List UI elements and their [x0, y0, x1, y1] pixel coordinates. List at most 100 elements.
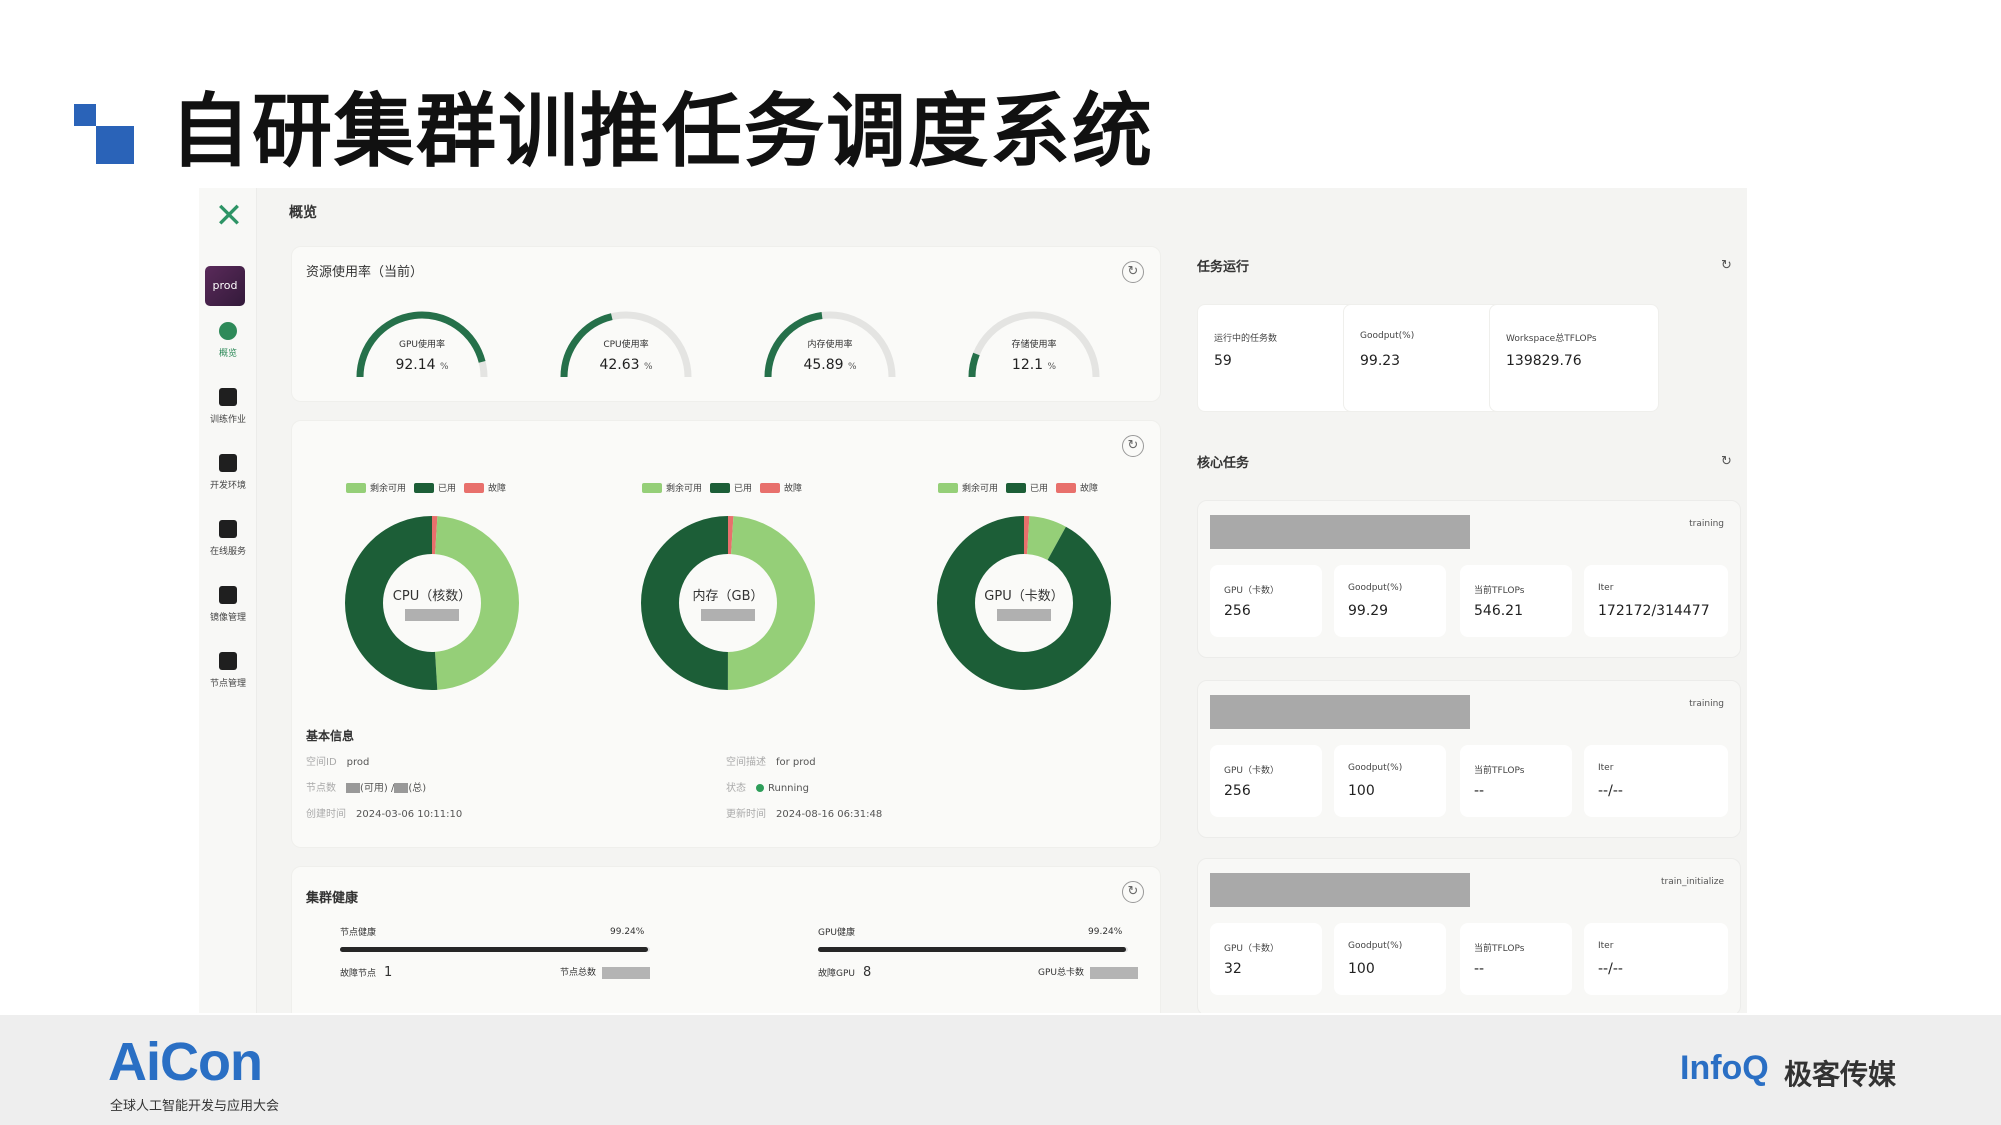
- server-icon: [219, 652, 237, 670]
- task-metric: GPU（卡数） 256: [1210, 565, 1322, 637]
- sidebar: ✕ prod 概览 训练作业 开发环境 在线服务 镜像管理 节点管理: [199, 188, 257, 1013]
- infoq-logo: InfoQ: [1680, 1049, 1769, 1087]
- status-badge: Running: [768, 783, 809, 794]
- core-task-card[interactable]: training GPU（卡数） 256 Goodput(%) 100 当前TFLOPs -…: [1197, 680, 1741, 838]
- updated-row: 更新时间 2024-08-16 06:31:48: [726, 809, 883, 820]
- metric-value: --: [1474, 961, 1485, 977]
- breadcrumb: 概览: [289, 205, 317, 221]
- gauge-label: GPU使用率: [399, 340, 445, 350]
- clover-icon: [219, 322, 237, 340]
- stat-label: Workspace总TFLOPs: [1506, 334, 1597, 344]
- sidebar-item-dev-env[interactable]: 开发环境: [199, 454, 257, 491]
- metric-value: 100: [1348, 783, 1375, 799]
- task-metric: GPU（卡数） 32: [1210, 923, 1322, 995]
- sidebar-item-label: 节点管理: [209, 679, 246, 689]
- sidebar-item-label: 镜像管理: [209, 613, 246, 623]
- workspace-badge[interactable]: prod: [205, 266, 245, 306]
- metric-value: 256: [1224, 603, 1251, 619]
- legend-label: 已用: [1030, 484, 1049, 494]
- created-row: 创建时间 2024-03-06 10:11:10: [306, 809, 463, 820]
- metric-value: --/--: [1598, 961, 1623, 977]
- gpu-health-bar: [818, 947, 1128, 952]
- task-metric: 当前TFLOPs 546.21: [1460, 565, 1572, 637]
- infoq-brand: 极客传媒: [1784, 1058, 1897, 1091]
- task-metric: Goodput(%) 100: [1334, 923, 1446, 995]
- stat-value: 59: [1214, 353, 1232, 369]
- sidebar-item-training[interactable]: 训练作业: [199, 388, 257, 425]
- task-metric: GPU（卡数） 256: [1210, 745, 1322, 817]
- task-type-tag: training: [1689, 519, 1724, 529]
- legend-label: 故障: [1080, 484, 1099, 494]
- donut-chart: GPU（卡数）: [934, 513, 1114, 693]
- metric-value: 546.21: [1474, 603, 1523, 619]
- metric-label: 当前TFLOPs: [1474, 766, 1525, 776]
- core-task-card[interactable]: training GPU（卡数） 256 Goodput(%) 99.29 当前TFLOP…: [1197, 500, 1741, 658]
- task-metric: 当前TFLOPs --: [1460, 923, 1572, 995]
- sidebar-item-online-service[interactable]: 在线服务: [199, 520, 257, 557]
- metric-label: GPU（卡数）: [1224, 766, 1279, 776]
- legend-swatch: [464, 482, 485, 493]
- resource-distribution-card: ↻ 剩余可用 已用 故障 CPU（核数） 剩余可用 已用 故障 内存（GB） 剩余可用 已用 故障 G…: [291, 420, 1161, 848]
- usage-gauge: 内存使用率 45.89 %: [760, 305, 900, 385]
- refresh-icon[interactable]: ↻: [1122, 261, 1144, 283]
- app-logo-icon: ✕: [214, 196, 244, 236]
- terminal-icon: [219, 454, 237, 472]
- metric-label: GPU（卡数）: [1224, 586, 1279, 596]
- node-health-label: 节点健康: [340, 928, 377, 938]
- space-desc-row: 空间描述 for prod: [726, 757, 816, 768]
- sidebar-item-label: 开发环境: [209, 481, 246, 491]
- legend-swatch: [1006, 482, 1027, 493]
- footer: AiCon 全球人工智能开发与应用大会 InfoQ 极客传媒: [0, 1015, 2001, 1125]
- metric-label: GPU（卡数）: [1224, 944, 1279, 954]
- gauge-value: 12.1 %: [1011, 357, 1057, 373]
- usage-gauge: CPU使用率 42.63 %: [556, 305, 696, 385]
- legend-swatch: [346, 482, 366, 493]
- legend-swatch: [1056, 482, 1077, 493]
- refresh-icon[interactable]: ↻: [1721, 258, 1732, 273]
- gpu-total-row: GPU总卡数: [1038, 965, 1138, 979]
- gauge-label: 存储使用率: [1011, 340, 1057, 350]
- status-row: 状态 Running: [726, 783, 809, 794]
- legend-label: 已用: [438, 484, 457, 494]
- title-mark-icon: [74, 104, 134, 164]
- task-running-title: 任务运行: [1197, 260, 1250, 275]
- refresh-icon[interactable]: ↻: [1721, 454, 1732, 469]
- refresh-icon[interactable]: ↻: [1122, 435, 1144, 457]
- node-health-bar: [340, 947, 650, 952]
- metric-value: 172172/314477: [1598, 603, 1710, 619]
- task-metric: Iter --/--: [1584, 923, 1728, 995]
- sidebar-item-image[interactable]: 镜像管理: [199, 586, 257, 623]
- task-stat-card: 运行中的任务数 59: [1197, 304, 1367, 412]
- sidebar-item-overview[interactable]: 概览: [199, 322, 257, 359]
- task-metric: 当前TFLOPs --: [1460, 745, 1572, 817]
- donut-center-label: 内存（GB）: [692, 589, 764, 604]
- stat-value: 139829.76: [1506, 353, 1582, 369]
- metric-label: Iter: [1598, 941, 1614, 951]
- document-icon: [219, 388, 237, 406]
- core-task-card[interactable]: train_initialize GPU（卡数） 32 Goodput(%) 100 当前…: [1197, 858, 1741, 1013]
- gauge-label: 内存使用率: [807, 340, 853, 350]
- metric-label: Goodput(%): [1348, 583, 1403, 593]
- donut-center-label: GPU（卡数）: [984, 589, 1064, 604]
- stat-value: 99.23: [1360, 353, 1401, 369]
- donut-center-label: CPU（核数）: [392, 589, 472, 604]
- sidebar-item-nodes[interactable]: 节点管理: [199, 652, 257, 689]
- gpu-health-pct: 99.24%: [1088, 927, 1123, 937]
- legend-label: 已用: [734, 484, 753, 494]
- redacted-task-name: [1210, 873, 1470, 907]
- task-metric: Iter 172172/314477: [1584, 565, 1728, 637]
- legend-swatch: [760, 482, 781, 493]
- metric-value: 32: [1224, 961, 1242, 977]
- metric-value: 99.29: [1348, 603, 1389, 619]
- cluster-health-card: 集群健康 ↻ 节点健康 99.24% 故障节点 1 节点总数 GPU健康 99.2…: [291, 866, 1161, 1013]
- task-type-tag: training: [1689, 699, 1724, 709]
- donut-chart: 内存（GB）: [638, 513, 818, 693]
- rocket-icon: [219, 520, 237, 538]
- legend-swatch: [938, 482, 958, 493]
- space-id-row: 空间ID prod: [306, 757, 370, 768]
- refresh-icon[interactable]: ↻: [1122, 881, 1144, 903]
- donut-chart: CPU（核数）: [342, 513, 522, 693]
- donut-legend: 剩余可用 已用 故障: [642, 481, 810, 494]
- legend-label: 故障: [488, 484, 507, 494]
- metric-value: 100: [1348, 961, 1375, 977]
